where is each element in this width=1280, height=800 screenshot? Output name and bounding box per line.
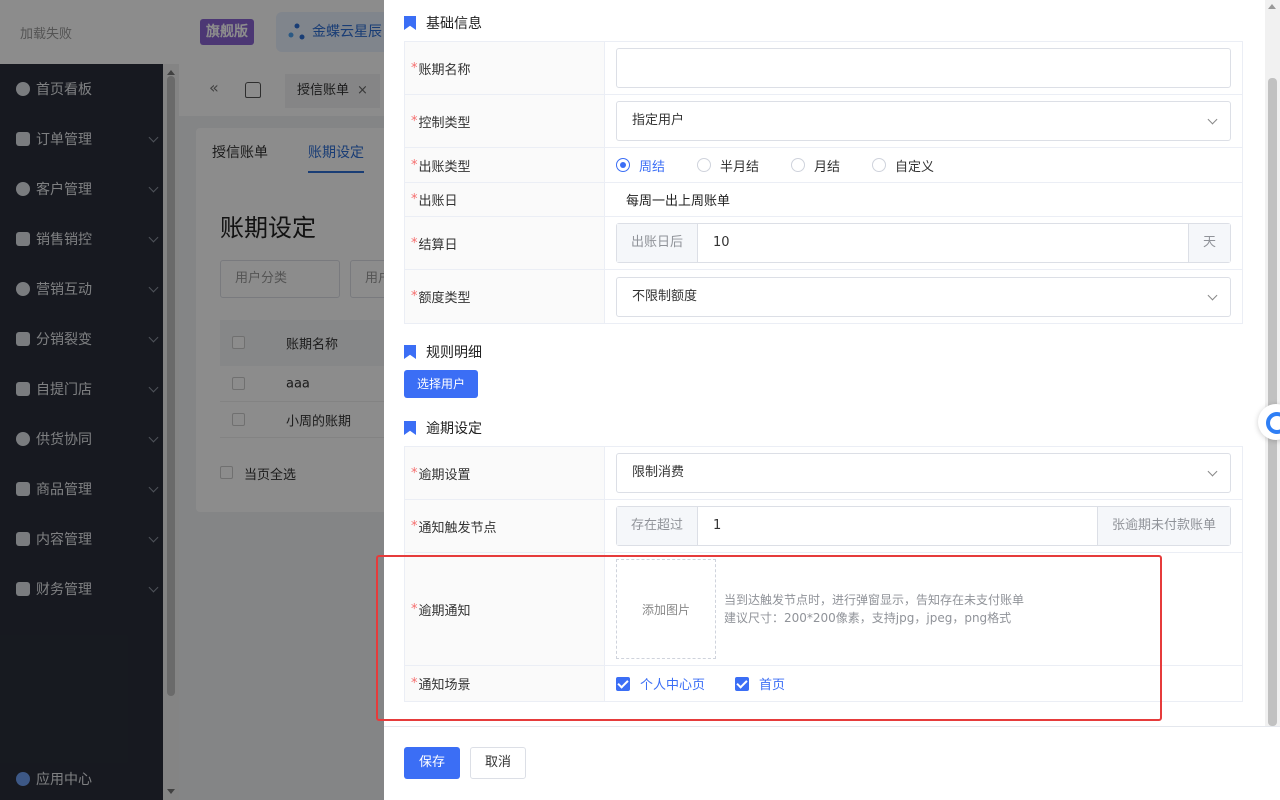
chevron-down-icon <box>1207 114 1218 125</box>
form-row-notify-trigger: * 通知触发节点 存在超过 1 张逾期未付款账单 <box>405 500 1242 553</box>
label-text: 控制类型 <box>418 115 471 131</box>
form-row-settle-day: * 结算日 出账日后 10 天 <box>405 217 1242 270</box>
select-value: 指定用户 <box>632 113 685 128</box>
select-user-button[interactable]: 选择用户 <box>404 370 478 398</box>
field-label: * 结算日 <box>405 217 605 269</box>
field-label: * 出账类型 <box>405 148 605 182</box>
radio-unchecked-icon <box>697 158 712 172</box>
control-type-select[interactable]: 指定用户 <box>616 101 1231 141</box>
select-value: 限制消费 <box>632 465 685 480</box>
label-text: 出账类型 <box>418 159 471 175</box>
bookmark-icon <box>404 345 416 359</box>
field-control: 出账日后 10 天 <box>616 217 1231 269</box>
form-row-bill-day: * 出账日 每周一出上周账单 <box>405 183 1242 217</box>
required-mark: * <box>411 113 418 129</box>
credit-type-select[interactable]: 不限制额度 <box>616 276 1231 317</box>
form-row-period-name: * 账期名称 <box>405 42 1242 95</box>
modal-overlay[interactable] <box>0 0 384 800</box>
required-mark: * <box>411 518 418 534</box>
save-button[interactable]: 保存 <box>404 747 460 779</box>
form-row-credit-type: * 额度类型 不限制额度 <box>405 270 1242 323</box>
drawer-footer: 保存 取消 <box>384 726 1280 800</box>
select-value: 不限制额度 <box>632 288 698 304</box>
input-prefix: 存在超过 <box>617 507 699 545</box>
field-control <box>616 42 1231 94</box>
section-basic-info: 基础信息 <box>404 13 482 33</box>
settle-day-input[interactable]: 10 <box>698 224 1188 262</box>
radio-label: 周结 <box>639 159 666 175</box>
radio-weekly[interactable]: 周结 <box>616 156 665 175</box>
radio-unchecked-icon <box>872 158 887 172</box>
required-mark: * <box>411 60 418 76</box>
period-name-input[interactable] <box>616 48 1231 88</box>
radio-label: 半月结 <box>720 159 760 175</box>
required-mark: * <box>411 465 418 481</box>
field-control: 指定用户 <box>616 95 1231 147</box>
radio-custom[interactable]: 自定义 <box>872 156 934 175</box>
radio-checked-icon <box>616 158 630 172</box>
required-mark: * <box>411 289 418 304</box>
field-label: * 控制类型 <box>405 95 605 147</box>
section-title: 逾期设定 <box>426 421 482 437</box>
field-control: 周结 半月结 月结 自定义 <box>616 148 1231 182</box>
form-row-bill-type: * 出账类型 周结 半月结 月结 自定义 <box>405 148 1242 183</box>
field-control: 不限制额度 <box>616 270 1231 323</box>
required-mark: * <box>411 157 418 173</box>
label-text: 额度类型 <box>418 291 471 306</box>
form-row-overdue-setting: * 逾期设置 限制消费 <box>405 447 1242 500</box>
bookmark-icon <box>404 16 416 30</box>
label-text: 逾期设置 <box>418 467 471 483</box>
label-text: 通知触发节点 <box>418 520 497 536</box>
chevron-down-icon <box>1207 466 1218 477</box>
section-overdue: 逾期设定 <box>404 418 482 438</box>
radio-label: 自定义 <box>895 159 935 175</box>
required-mark: * <box>411 192 418 207</box>
required-mark: * <box>411 235 418 251</box>
bill-day-text: 每周一出上周账单 <box>626 194 731 209</box>
label-text: 结算日 <box>418 237 458 253</box>
label-text: 账期名称 <box>418 62 471 78</box>
radio-half-month[interactable]: 半月结 <box>697 156 759 175</box>
field-control: 限制消费 <box>616 447 1231 499</box>
input-suffix: 天 <box>1187 224 1230 262</box>
notify-trigger-input[interactable]: 1 <box>698 507 1097 545</box>
field-label: * 额度类型 <box>405 270 605 323</box>
chevron-down-icon <box>1207 290 1218 300</box>
input-suffix: 张逾期未付款账单 <box>1096 507 1230 545</box>
field-control: 每周一出上周账单 <box>616 183 1231 216</box>
highlight-annotation-box <box>376 555 1162 721</box>
settle-day-input-group: 出账日后 10 天 <box>616 223 1231 263</box>
radio-unchecked-icon <box>791 158 806 172</box>
field-label: * 通知触发节点 <box>405 500 605 552</box>
field-label: * 逾期设置 <box>405 447 605 499</box>
scroll-up-icon <box>1268 4 1276 9</box>
field-label: * 账期名称 <box>405 42 605 94</box>
radio-monthly[interactable]: 月结 <box>791 156 840 175</box>
label-text: 出账日 <box>418 194 458 209</box>
basic-info-form: *账期名称 *控制类型 指定用户 *出账类型 周结 半月结 月结 自定义 <box>404 41 1243 324</box>
section-title: 基础信息 <box>426 16 482 32</box>
drawer-scrollbar[interactable] <box>1265 0 1280 726</box>
section-rules: 规则明细 <box>404 342 482 362</box>
overdue-setting-select[interactable]: 限制消费 <box>616 453 1231 493</box>
form-row-control-type: * 控制类型 指定用户 <box>405 95 1242 148</box>
notify-trigger-input-group: 存在超过 1 张逾期未付款账单 <box>616 506 1231 546</box>
input-prefix: 出账日后 <box>617 224 699 262</box>
section-title: 规则明细 <box>426 345 482 361</box>
scrollbar-thumb[interactable] <box>1268 78 1277 726</box>
bookmark-icon <box>404 421 416 435</box>
cancel-button[interactable]: 取消 <box>470 747 526 779</box>
radio-label: 月结 <box>814 159 841 175</box>
field-label: * 出账日 <box>405 183 605 216</box>
field-control: 存在超过 1 张逾期未付款账单 <box>616 500 1231 552</box>
